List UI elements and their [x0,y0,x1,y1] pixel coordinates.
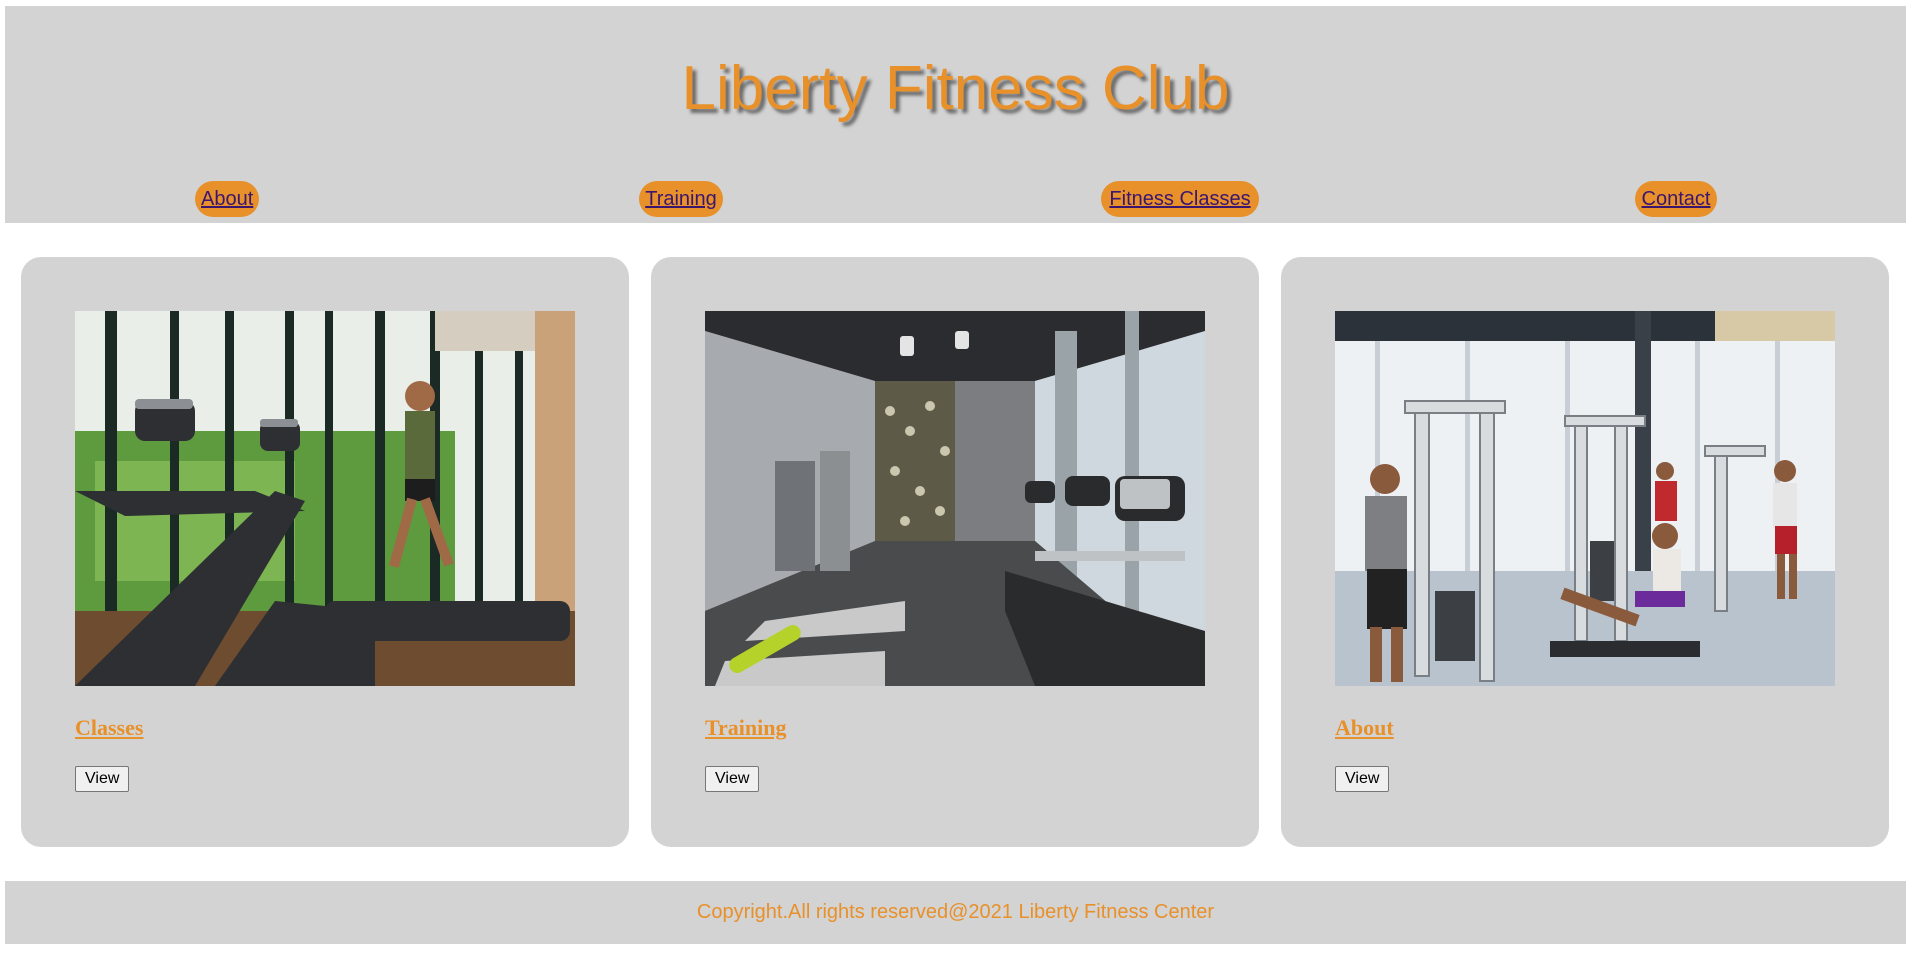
nav-link-contact[interactable]: Contact [1635,181,1717,217]
weight-machines-photo [1335,311,1835,686]
copyright-text: Copyright.All rights reserved@2021 Liber… [696,901,1215,923]
nav-link-training[interactable]: Training [639,181,723,217]
view-button-classes[interactable]: View [75,766,130,792]
site-header: Liberty Fitness Club About Training Fitn… [5,6,1906,223]
card-title-about[interactable]: About [1335,715,1394,741]
nav-link-fitness-classes[interactable]: Fitness Classes [1101,181,1259,217]
card-title-training[interactable]: Training [705,715,787,741]
nav-link-about[interactable]: About [195,181,259,217]
gym-interior-photo [705,311,1205,686]
treadmill-window-photo [75,311,575,686]
card-classes: Classes View [21,257,629,847]
view-button-training[interactable]: View [705,766,760,792]
site-footer: Copyright.All rights reserved@2021 Liber… [5,881,1906,944]
card-about: About View [1281,257,1889,847]
card-title-classes[interactable]: Classes [75,715,143,741]
view-button-about[interactable]: View [1335,766,1390,792]
site-title: Liberty Fitness Club [681,54,1230,123]
card-training: Training View [651,257,1259,847]
